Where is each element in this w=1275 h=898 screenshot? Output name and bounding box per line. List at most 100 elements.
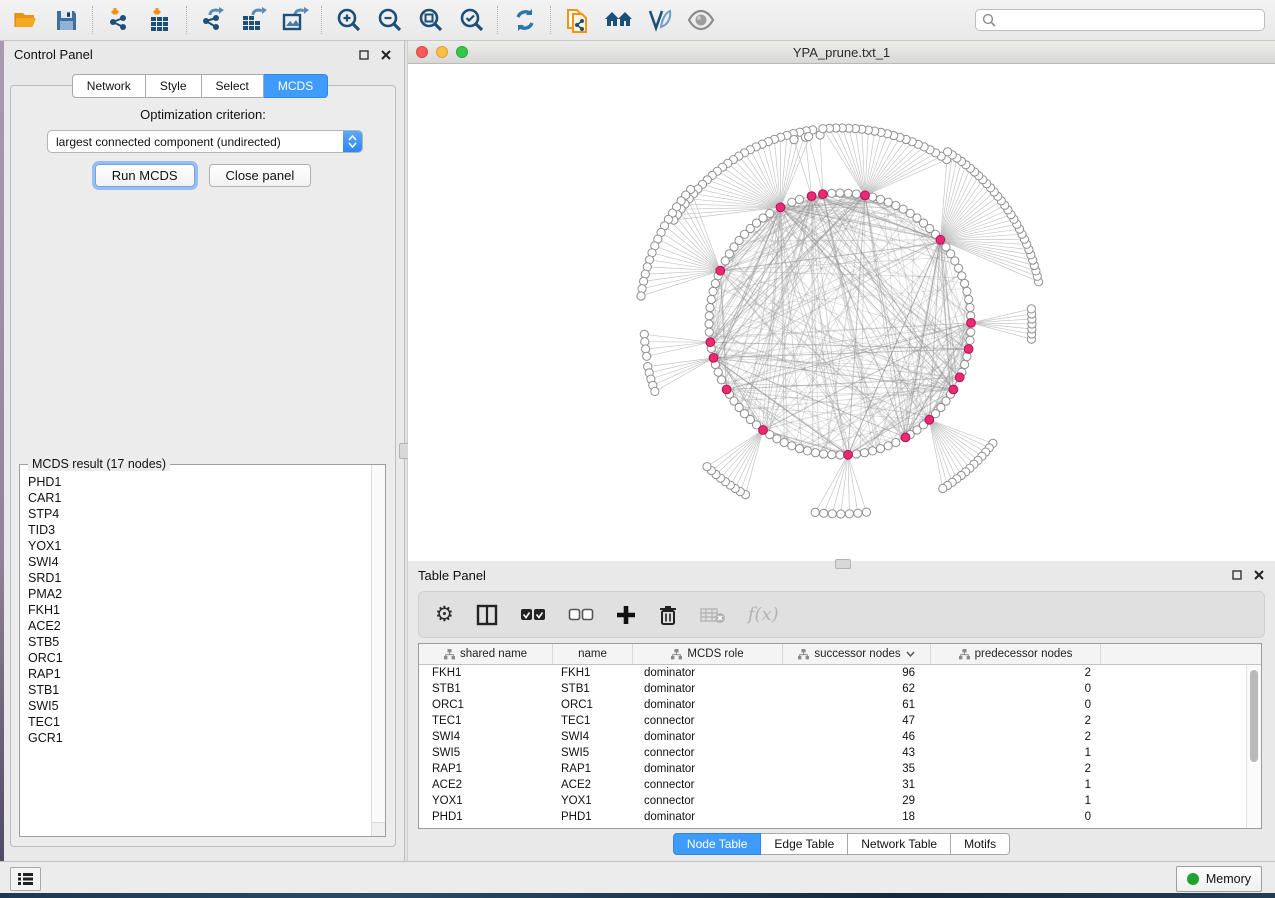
table-cell: dominator: [633, 667, 783, 679]
import-table-icon[interactable]: [147, 7, 174, 34]
table-cell: YOX1: [419, 795, 553, 807]
table-row[interactable]: TEC1TEC1connector472: [419, 713, 1261, 729]
network-graph-canvas[interactable]: [408, 64, 1275, 561]
tab-network[interactable]: Network: [72, 74, 146, 98]
close-panel-button[interactable]: Close panel: [209, 164, 312, 187]
network-window-titlebar[interactable]: YPA_prune.txt_1: [408, 41, 1275, 64]
table-row[interactable]: ACE2ACE2connector311: [419, 777, 1261, 793]
save-session-icon[interactable]: [53, 7, 80, 34]
mcds-result-item[interactable]: ACE2: [28, 618, 372, 634]
table-cell: 0: [931, 683, 1101, 695]
mcds-result-item[interactable]: YOX1: [28, 538, 372, 554]
memory-label: Memory: [1206, 872, 1251, 886]
mcds-result-list[interactable]: PHD1CAR1STP4TID3YOX1SWI4SRD1PMA2FKH1ACE2…: [20, 468, 372, 836]
tab-edge-table[interactable]: Edge Table: [761, 833, 848, 855]
table-cell: ACE2: [419, 779, 553, 791]
mcds-result-item[interactable]: STP4: [28, 506, 372, 522]
mcds-result-item[interactable]: FKH1: [28, 602, 372, 618]
zoom-in-icon[interactable]: [335, 7, 362, 34]
table-cell: dominator: [633, 699, 783, 711]
unselect-all-columns-icon[interactable]: [568, 602, 594, 628]
table-cell: 0: [931, 811, 1101, 823]
tab-mcds[interactable]: MCDS: [264, 74, 328, 98]
table-header-row: shared namenameMCDS rolesuccessor nodesp…: [419, 644, 1261, 665]
mcds-result-item[interactable]: SWI5: [28, 698, 372, 714]
export-table-icon[interactable]: [241, 7, 268, 34]
run-mcds-button[interactable]: Run MCDS: [95, 164, 195, 187]
close-table-panel-icon[interactable]: [1251, 567, 1267, 583]
criterion-select[interactable]: largest connected component (undirected): [47, 130, 363, 153]
table-cell: 96: [783, 667, 931, 679]
network-overview-icon[interactable]: [605, 7, 632, 34]
table-row[interactable]: RAP1RAP1dominator352: [419, 761, 1261, 777]
table-row[interactable]: SWI5SWI5connector431: [419, 745, 1261, 761]
table-row[interactable]: SWI4SWI4dominator462: [419, 729, 1261, 745]
mcds-result-box: MCDS result (17 nodes) PHD1CAR1STP4TID3Y…: [19, 464, 386, 837]
mcds-result-item[interactable]: PHD1: [28, 474, 372, 490]
mcds-result-item[interactable]: RAP1: [28, 666, 372, 682]
column-header-predecessor-nodes[interactable]: predecessor nodes: [931, 644, 1101, 664]
add-column-icon[interactable]: [616, 602, 636, 628]
table-row[interactable]: STB1STB1dominator620: [419, 681, 1261, 697]
node-table: shared namenameMCDS rolesuccessor nodesp…: [418, 643, 1262, 829]
close-panel-icon[interactable]: [378, 47, 394, 63]
table-settings-icon[interactable]: ⚙: [435, 602, 454, 628]
table-scrollbar[interactable]: [1246, 665, 1261, 828]
memory-button[interactable]: Memory: [1176, 866, 1262, 892]
table-cell: TEC1: [419, 715, 553, 727]
mcds-result-scrollbar[interactable]: [371, 465, 385, 823]
column-header-shared-name[interactable]: shared name: [419, 644, 553, 664]
mcds-result-item[interactable]: SWI4: [28, 554, 372, 570]
zoom-out-icon[interactable]: [376, 7, 403, 34]
float-table-panel-icon[interactable]: [1229, 567, 1245, 583]
import-network-icon[interactable]: [106, 7, 133, 34]
export-network-icon[interactable]: [200, 7, 227, 34]
table-row[interactable]: FKH1FKH1dominator962: [419, 665, 1261, 681]
mcds-result-item[interactable]: PMA2: [28, 586, 372, 602]
table-row[interactable]: YOX1YOX1connector291: [419, 793, 1261, 809]
refresh-icon[interactable]: [511, 7, 538, 34]
search-input[interactable]: [1001, 12, 1258, 28]
graphics-details-icon[interactable]: [646, 7, 673, 34]
table-cell: 47: [783, 715, 931, 727]
table-cell: 62: [783, 683, 931, 695]
table-cell: 29: [783, 795, 931, 807]
horizontal-splitter-handle[interactable]: [835, 559, 851, 569]
table-scrollbar-thumb[interactable]: [1250, 670, 1258, 762]
open-session-icon[interactable]: [12, 7, 39, 34]
mcds-result-item[interactable]: GCR1: [28, 730, 372, 746]
table-row[interactable]: PHD1PHD1dominator180: [419, 809, 1261, 825]
search-box[interactable]: [975, 9, 1265, 31]
tab-motifs[interactable]: Motifs: [951, 833, 1010, 855]
column-header-successor-nodes[interactable]: successor nodes: [783, 644, 931, 664]
delete-column-icon[interactable]: [658, 602, 678, 628]
zoom-selected-icon[interactable]: [458, 7, 485, 34]
show-hide-eye-icon[interactable]: [687, 7, 714, 34]
export-image-icon[interactable]: [282, 7, 309, 34]
tab-network-table[interactable]: Network Table: [848, 833, 951, 855]
select-all-columns-icon[interactable]: [520, 602, 546, 628]
table-cell: dominator: [633, 811, 783, 823]
zoom-fit-icon[interactable]: [417, 7, 444, 34]
mcds-result-item[interactable]: TEC1: [28, 714, 372, 730]
tab-style[interactable]: Style: [146, 74, 202, 98]
delete-table-icon[interactable]: [700, 602, 726, 628]
column-header-name[interactable]: name: [553, 644, 633, 664]
table-cell: 18: [783, 811, 931, 823]
task-history-button[interactable]: [10, 867, 41, 891]
show-column-panel-icon[interactable]: [476, 602, 498, 628]
tab-select[interactable]: Select: [202, 74, 264, 98]
mcds-result-item[interactable]: ORC1: [28, 650, 372, 666]
mcds-result-item[interactable]: SRD1: [28, 570, 372, 586]
mcds-result-item[interactable]: STB5: [28, 634, 372, 650]
float-panel-icon[interactable]: [356, 47, 372, 63]
column-header-MCDS-role[interactable]: MCDS role: [633, 644, 783, 664]
share-document-icon[interactable]: [564, 7, 591, 34]
mcds-result-item[interactable]: CAR1: [28, 490, 372, 506]
table-cell: STB1: [419, 683, 553, 695]
table-row[interactable]: ORC1ORC1dominator610: [419, 697, 1261, 713]
mcds-result-item[interactable]: TID3: [28, 522, 372, 538]
table-cell: RAP1: [419, 763, 553, 775]
mcds-result-item[interactable]: STB1: [28, 682, 372, 698]
tab-node-table[interactable]: Node Table: [673, 833, 762, 855]
